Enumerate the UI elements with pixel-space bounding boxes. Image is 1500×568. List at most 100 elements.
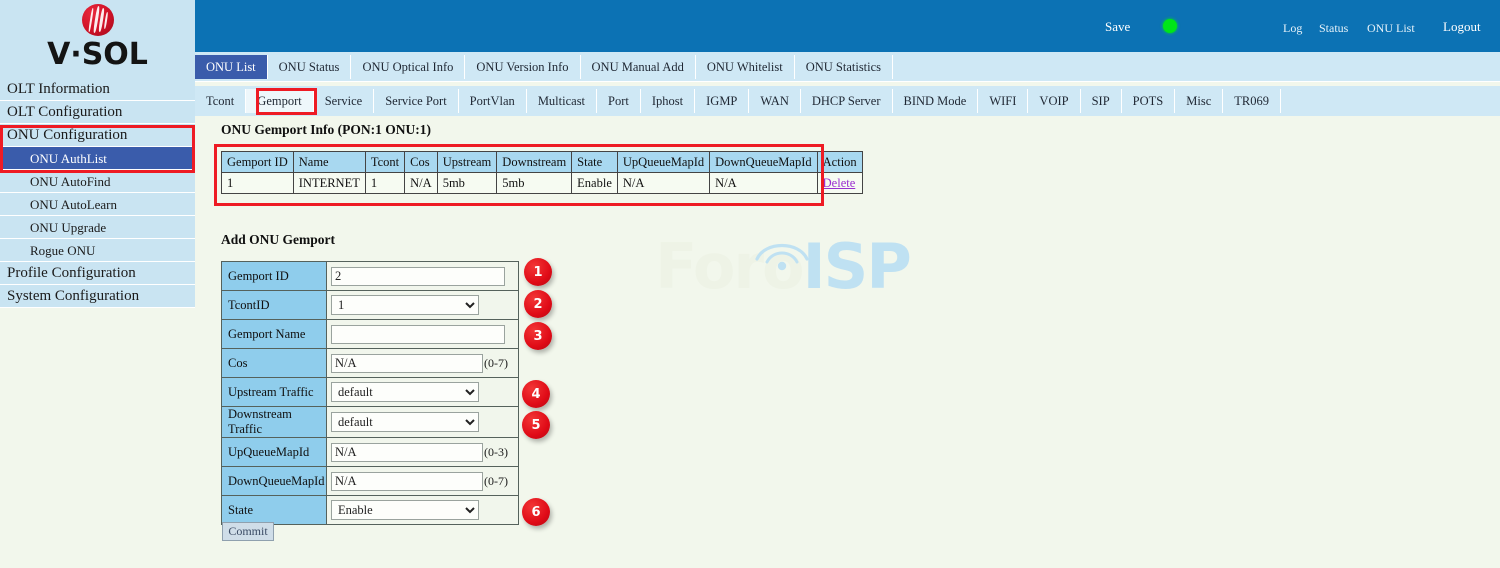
sidebar-item-onu-autofind[interactable]: ONU AutoFind (0, 170, 195, 193)
annotation-badge-3: 3 (524, 322, 552, 350)
annotation-badge-4: 4 (522, 380, 550, 408)
tab-portvlan[interactable]: PortVlan (459, 89, 527, 113)
brand-logo: V·SOL (0, 0, 195, 78)
column-header: Gemport ID (222, 152, 294, 173)
cos-input[interactable] (331, 354, 483, 373)
tab-dhcp-server[interactable]: DHCP Server (801, 89, 893, 113)
form-row-up-queue-map-id: UpQueueMapId (0-3) (222, 438, 519, 467)
sidebar-item-profile-configuration[interactable]: Profile Configuration (0, 262, 195, 285)
column-header: State (572, 152, 618, 173)
sidebar-item-onu-upgrade[interactable]: ONU Upgrade (0, 216, 195, 239)
gemport-info-table: Gemport IDNameTcontCosUpstreamDownstream… (221, 151, 863, 194)
field-cell-gemport-name (327, 320, 519, 349)
logout-button[interactable]: Logout (1443, 19, 1481, 35)
form-row-gemport-name: Gemport Name (222, 320, 519, 349)
tab-multicast[interactable]: Multicast (527, 89, 597, 113)
field-cell-up-queue-map-id: (0-3) (327, 438, 519, 467)
header-link-onu-list[interactable]: ONU List (1367, 21, 1415, 36)
tab-onu-manual-add[interactable]: ONU Manual Add (581, 55, 696, 79)
top-header: Save Log Status ONU List Logout (195, 0, 1500, 52)
tab-onu-version-info[interactable]: ONU Version Info (465, 55, 580, 79)
upstream-traffic-select[interactable]: default (331, 382, 479, 402)
sidebar-item-onu-configuration[interactable]: ONU Configuration (0, 124, 195, 147)
secondary-tab-bar: TcontGemportServiceService PortPortVlanM… (195, 86, 1500, 116)
field-cell-cos: (0-7) (327, 349, 519, 378)
brand-name: V·SOL (47, 38, 148, 72)
down-queue-map-id-input[interactable] (331, 472, 483, 491)
tab-onu-status[interactable]: ONU Status (268, 55, 352, 79)
field-cell-upstream-traffic: default (327, 378, 519, 407)
tab-service[interactable]: Service (314, 89, 374, 113)
cell-up-queue-map-id: N/A (617, 173, 709, 194)
cell-gemport-id: 1 (222, 173, 294, 194)
header-link-status[interactable]: Status (1319, 21, 1348, 36)
field-cell-down-queue-map-id: (0-7) (327, 467, 519, 496)
tab-sip[interactable]: SIP (1081, 89, 1122, 113)
tab-port[interactable]: Port (597, 89, 641, 113)
field-cell-gemport-id (327, 262, 519, 291)
header-link-log[interactable]: Log (1283, 21, 1302, 36)
sidebar-item-olt-configuration[interactable]: OLT Configuration (0, 101, 195, 124)
sidebar-item-onu-autolearn[interactable]: ONU AutoLearn (0, 193, 195, 216)
label-cos: Cos (222, 349, 327, 378)
label-tcont-id: TcontID (222, 291, 327, 320)
delete-link[interactable]: Delete (823, 176, 856, 190)
add-gemport-form: Gemport ID TcontID 1 Gemport Name (221, 261, 519, 525)
annotation-badge-5: 5 (522, 411, 550, 439)
tab-tr069[interactable]: TR069 (1223, 89, 1281, 113)
tab-tcont[interactable]: Tcont (195, 89, 246, 113)
gemport-id-input[interactable] (331, 267, 505, 286)
tab-misc[interactable]: Misc (1175, 89, 1223, 113)
save-button[interactable]: Save (1105, 19, 1130, 35)
tab-iphost[interactable]: Iphost (641, 89, 695, 113)
tab-gemport[interactable]: Gemport (246, 89, 313, 113)
form-row-down-queue-map-id: DownQueueMapId (0-7) (222, 467, 519, 496)
tab-wan[interactable]: WAN (749, 89, 800, 113)
label-gemport-id: Gemport ID (222, 262, 327, 291)
gemport-name-input[interactable] (331, 325, 505, 344)
label-upstream-traffic: Upstream Traffic (222, 378, 327, 407)
tab-onu-list[interactable]: ONU List (195, 55, 268, 79)
cell-state: Enable (572, 173, 618, 194)
wifi-tower-icon (751, 233, 813, 273)
tab-igmp[interactable]: IGMP (695, 89, 749, 113)
vsol-sphere-logo-icon (78, 2, 118, 40)
field-cell-tcont-id: 1 (327, 291, 519, 320)
cell-tcont: 1 (365, 173, 404, 194)
sidebar-item-system-configuration[interactable]: System Configuration (0, 285, 195, 308)
main-content: ForoISP ONU Gemport Info (PON:1 ONU:1) G… (195, 116, 1500, 568)
sidebar-item-rogue-onu[interactable]: Rogue ONU (0, 239, 195, 262)
column-header: UpQueueMapId (617, 152, 709, 173)
watermark: ForoISP (655, 236, 910, 298)
cell-down-queue-map-id: N/A (710, 173, 818, 194)
cell-upstream: 5mb (437, 173, 497, 194)
sidebar-item-onu-authlist[interactable]: ONU AuthList (0, 147, 195, 170)
tab-onu-optical-info[interactable]: ONU Optical Info (351, 55, 465, 79)
state-select[interactable]: EnableDisable (331, 500, 479, 520)
column-header: Action (817, 152, 862, 173)
tab-service-port[interactable]: Service Port (374, 89, 458, 113)
down-queue-map-id-range-hint: (0-7) (484, 474, 508, 488)
tab-onu-whitelist[interactable]: ONU Whitelist (696, 55, 795, 79)
tab-wifi[interactable]: WIFI (978, 89, 1028, 113)
sidebar-item-olt-information[interactable]: OLT Information (0, 78, 195, 101)
field-cell-downstream-traffic: default (327, 407, 519, 438)
tcont-id-select[interactable]: 1 (331, 295, 479, 315)
up-queue-map-id-input[interactable] (331, 443, 483, 462)
add-section-title: Add ONU Gemport (221, 232, 335, 248)
watermark-text-light: Foro (655, 230, 803, 303)
column-header: Cos (405, 152, 438, 173)
cell-action: Delete (817, 173, 862, 194)
tab-pots[interactable]: POTS (1122, 89, 1176, 113)
primary-tab-bar: ONU ListONU StatusONU Optical InfoONU Ve… (195, 52, 1500, 82)
tab-bind-mode[interactable]: BIND Mode (893, 89, 979, 113)
tab-voip[interactable]: VOIP (1028, 89, 1080, 113)
column-header: DownQueueMapId (710, 152, 818, 173)
commit-button[interactable]: Commit (222, 522, 274, 541)
tab-onu-statistics[interactable]: ONU Statistics (795, 55, 893, 79)
green-status-led-icon (1163, 19, 1177, 33)
downstream-traffic-select[interactable]: default (331, 412, 479, 432)
sidebar: V·SOL OLT InformationOLT ConfigurationON… (0, 0, 195, 568)
label-gemport-name: Gemport Name (222, 320, 327, 349)
up-queue-map-id-range-hint: (0-3) (484, 445, 508, 459)
